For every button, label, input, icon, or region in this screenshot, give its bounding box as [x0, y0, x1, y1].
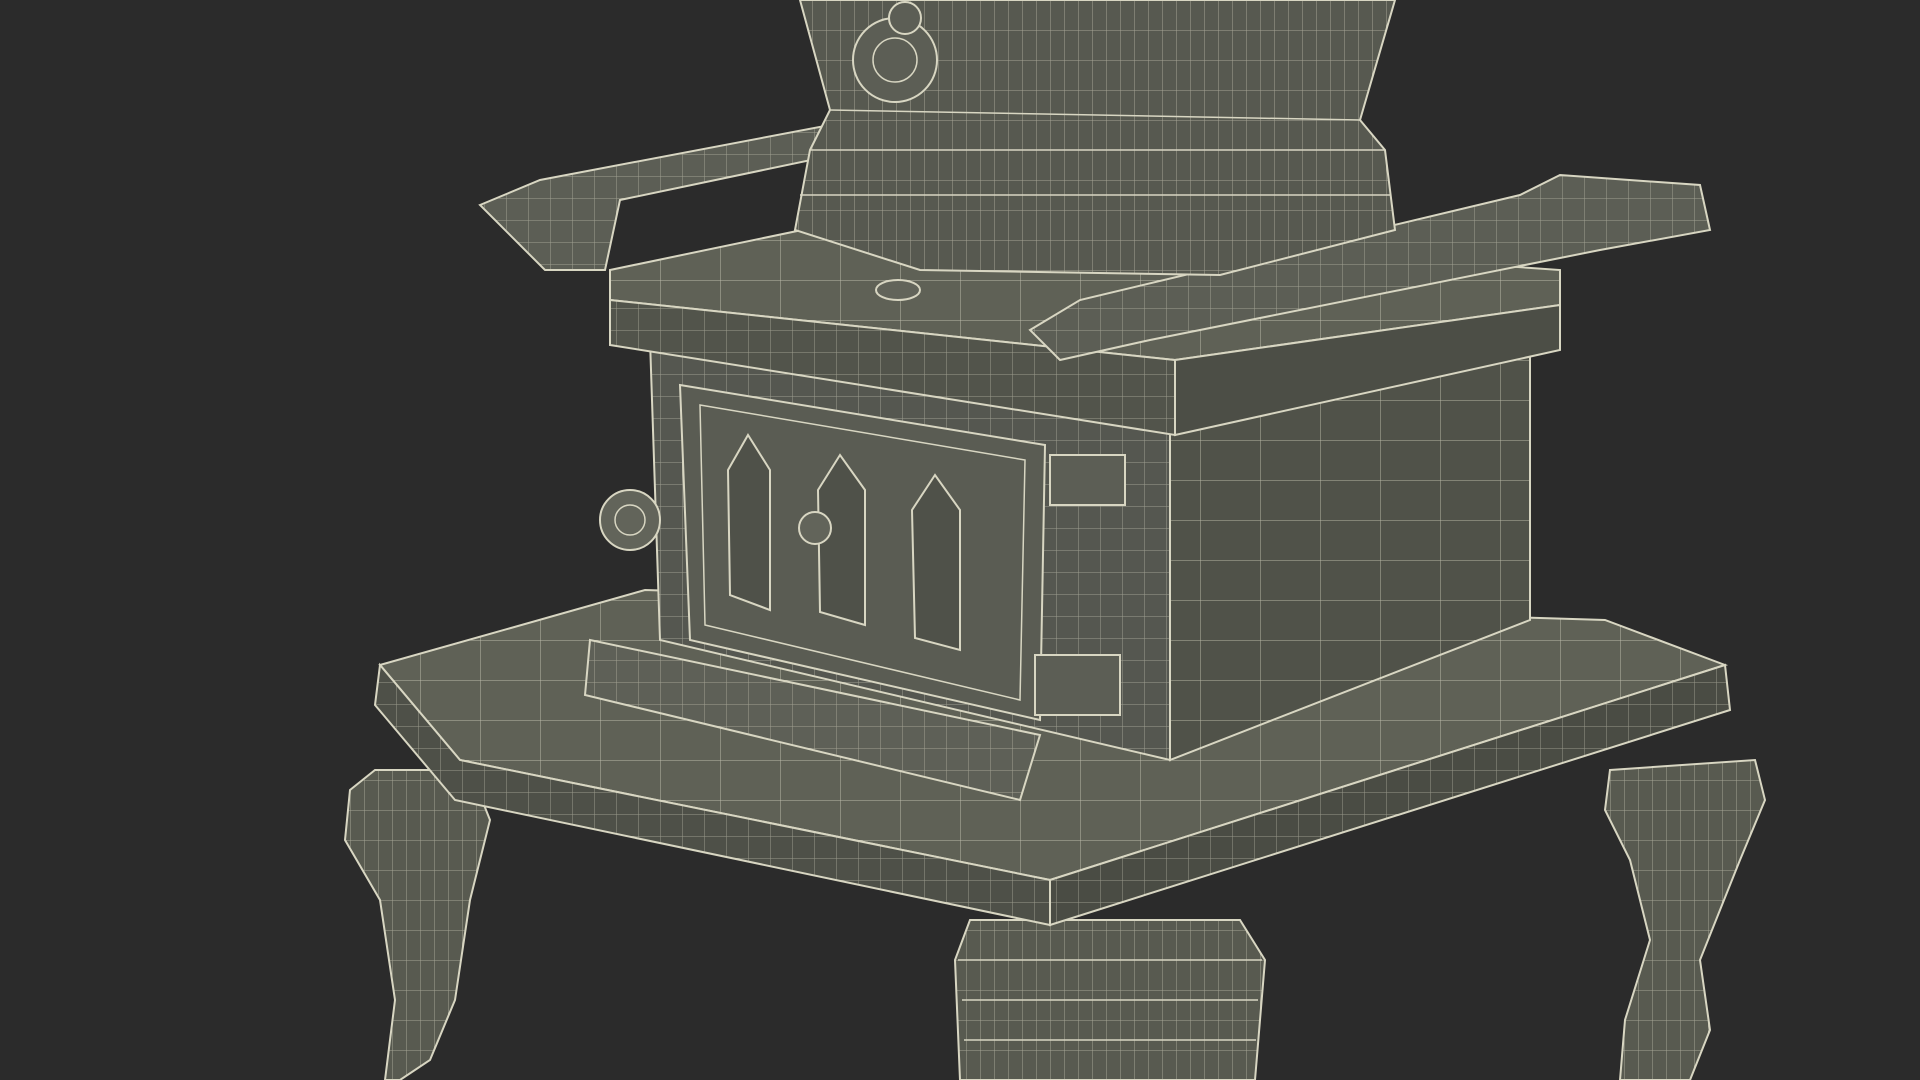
door-latch-icon: [798, 511, 832, 545]
viewport: [0, 0, 1920, 1080]
stove-wireframe-model: [343, 0, 1767, 1080]
door-hinge-bottom: [1034, 654, 1121, 716]
door-hinge-top: [1049, 454, 1126, 506]
front-left-leg: [343, 769, 492, 1080]
door-arch-panel-right: [910, 473, 961, 652]
front-center-leg: [953, 919, 1267, 1080]
top-plate-knob: [875, 279, 921, 301]
door-arch-panel-left: [726, 433, 771, 612]
damper-knob: [599, 489, 661, 551]
right-leg: [1603, 758, 1767, 1080]
